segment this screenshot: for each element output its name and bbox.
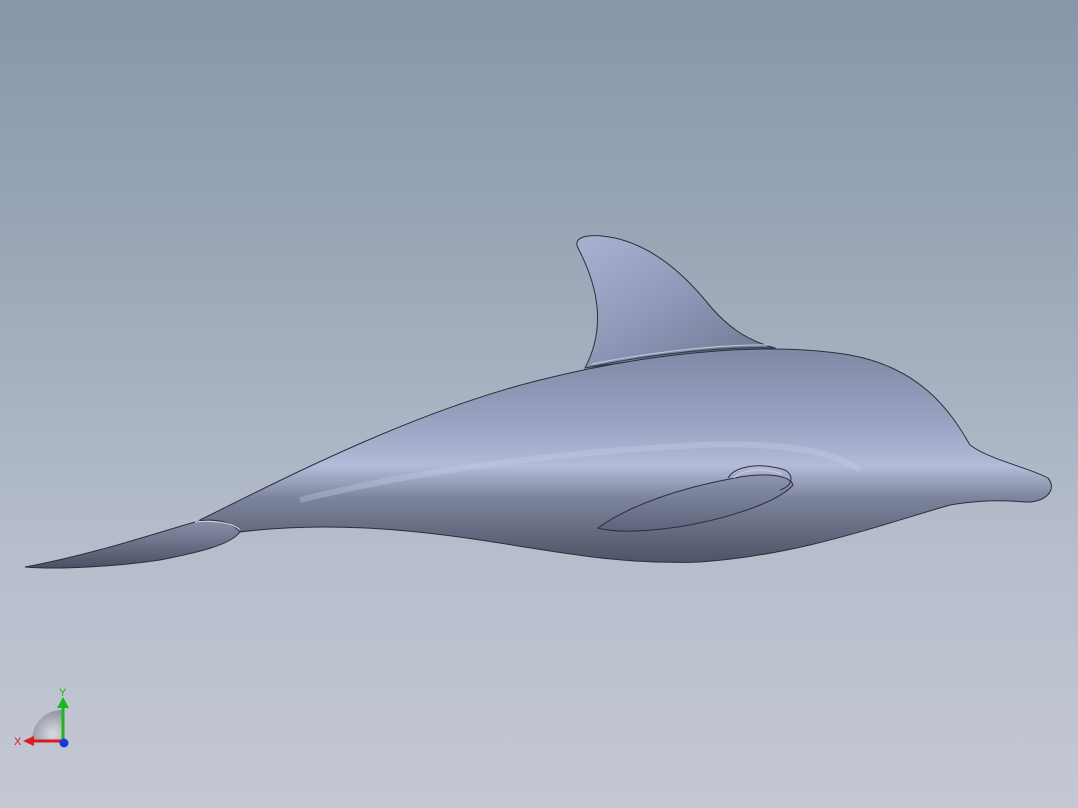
dolphin-model[interactable] — [0, 0, 1078, 808]
z-axis-dot — [59, 738, 69, 748]
triad-shaded-quadrant — [32, 710, 62, 740]
view-orientation-triad[interactable]: Y X — [10, 684, 74, 754]
graphics-viewport[interactable]: Y X — [0, 0, 1078, 808]
tail-fluke — [24, 519, 241, 569]
x-axis-label: X — [14, 736, 22, 748]
x-axis-arrow — [23, 736, 34, 746]
y-axis-label: Y — [59, 687, 67, 699]
